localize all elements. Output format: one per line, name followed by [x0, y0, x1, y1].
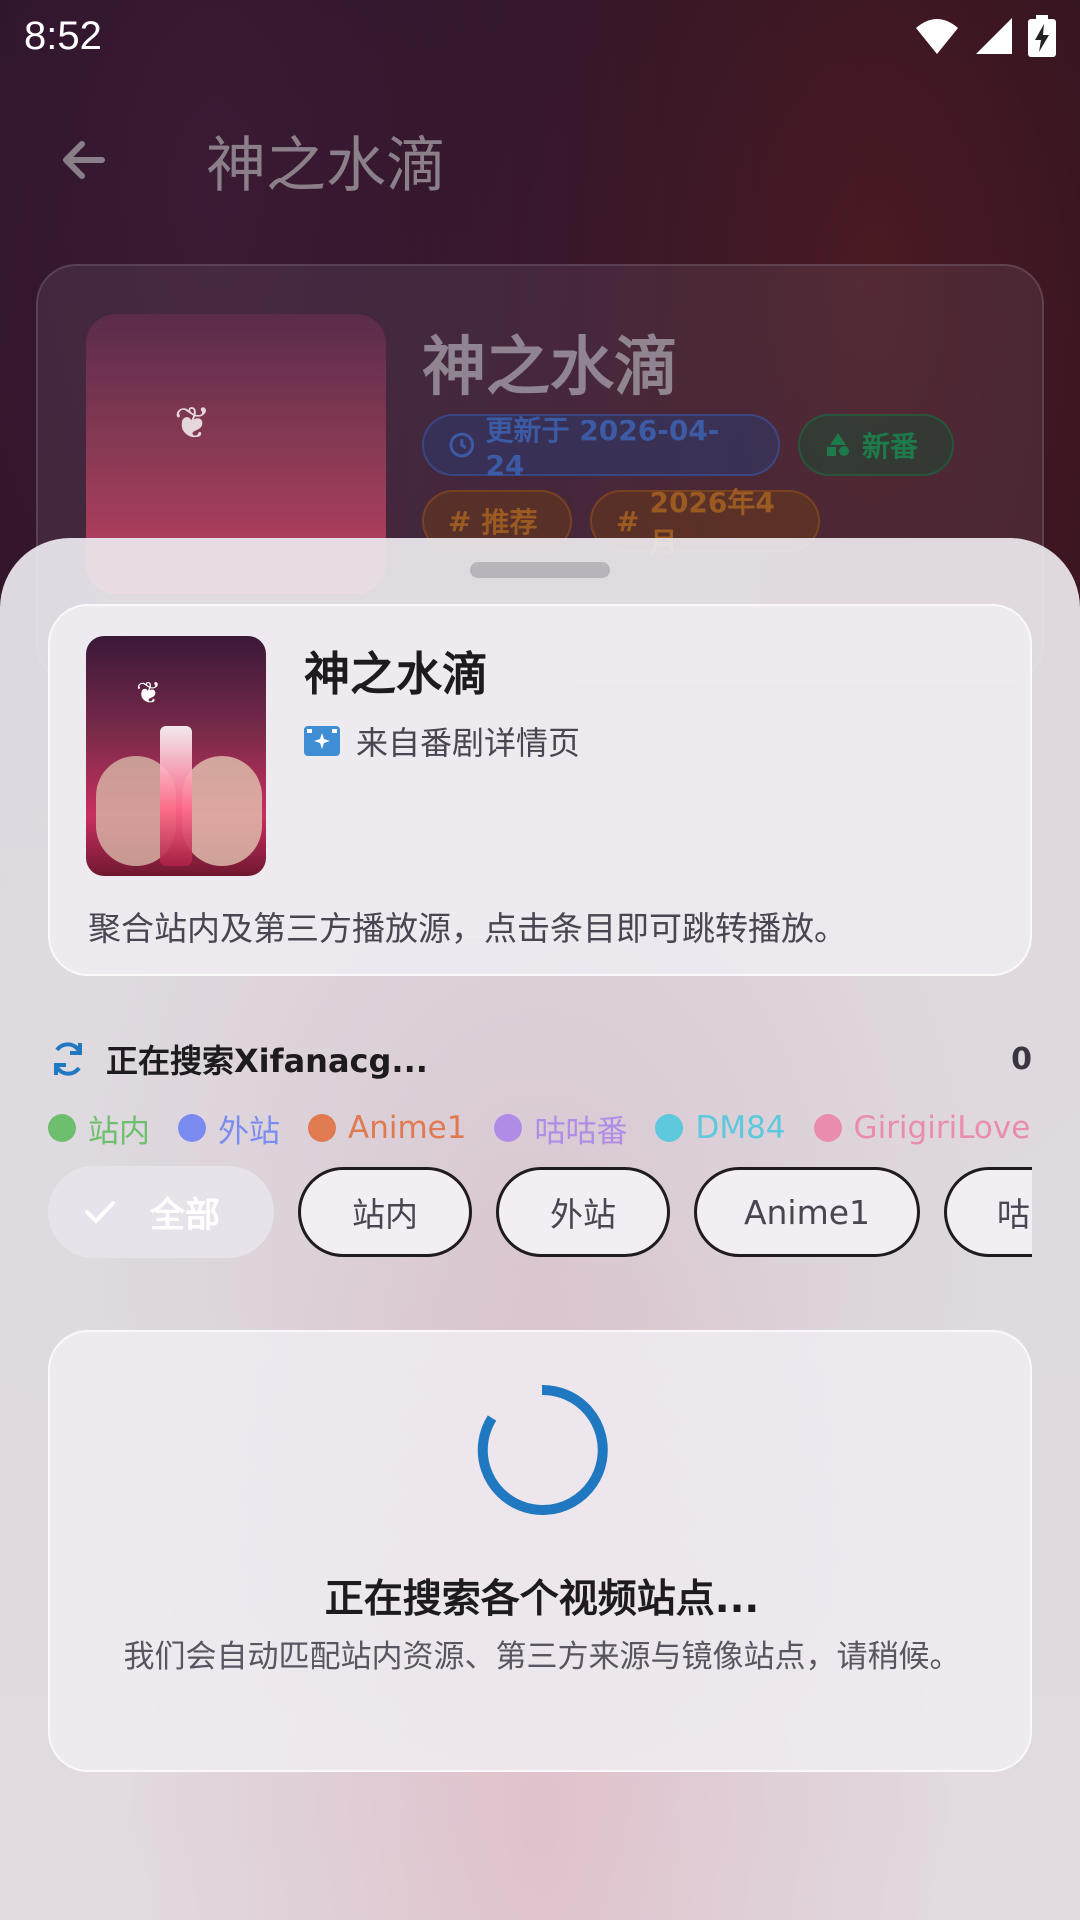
poster-art-icon: ❦: [136, 676, 162, 711]
legend-label: 站内: [88, 1113, 150, 1150]
loading-description: 我们会自动匹配站内资源、第三方来源与镜像站点，请稍候。: [123, 1639, 961, 1675]
updated-chip: 更新于 2026-04-24: [422, 414, 780, 482]
legend-item: 咕咕番: [494, 1106, 627, 1151]
legend-label: DM84: [695, 1110, 786, 1146]
loading-card: 正在搜索各个视频站点... 我们会自动匹配站内资源、第三方来源与镜像站点，请稍候…: [48, 1330, 1032, 1772]
source-text: 来自番剧详情页: [356, 724, 581, 762]
legend-item: GirigiriLove: [813, 1110, 1031, 1146]
poster-figure-right: [182, 756, 262, 866]
app-bar: 神之水滴: [0, 100, 1080, 220]
new-chip: 新番: [798, 414, 954, 476]
anime-title: 神之水滴: [304, 647, 488, 701]
check-icon: [85, 1201, 115, 1223]
loading-title: 正在搜索各个视频站点...: [324, 1577, 760, 1622]
legend-item: 站内: [48, 1106, 150, 1151]
filter-chip-gugufan[interactable]: 咕咕番: [944, 1167, 1032, 1257]
drag-handle[interactable]: [470, 562, 610, 578]
legend-dot: [494, 1114, 523, 1142]
bottom-sheet: ❦ 神之水滴 来自番剧详情页 聚合站内及第三方播放源，点击条目即可跳转播放。 正…: [0, 538, 1080, 1920]
legend-label: GirigiriLove: [853, 1110, 1031, 1146]
arrow-left-icon: [63, 141, 105, 179]
legend-dot: [178, 1114, 206, 1142]
legend-item: Anime1: [308, 1110, 466, 1146]
search-status-text: 正在搜索Xifanacg...: [106, 1042, 428, 1080]
status-icons: [914, 15, 1056, 57]
background-title: 神之水滴: [422, 331, 678, 405]
legend-dot: [813, 1114, 842, 1142]
status-bar: 8:52: [0, 0, 1080, 72]
result-count: 0: [1011, 1041, 1032, 1077]
legend-label: 咕咕番: [534, 1113, 628, 1150]
signal-icon: [976, 18, 1012, 54]
filter-all-chip[interactable]: 全部: [48, 1166, 274, 1258]
anime-info-card: ❦ 神之水滴 来自番剧详情页 聚合站内及第三方播放源，点击条目即可跳转播放。: [48, 604, 1032, 976]
filter-chips: 全部 站内 外站 Anime1 咕咕番: [48, 1164, 1032, 1260]
filter-chip-onsite[interactable]: 站内: [298, 1167, 472, 1257]
filter-all-label: 全部: [150, 1195, 221, 1236]
poster-cup: [160, 726, 192, 866]
legend-item: DM84: [655, 1110, 786, 1146]
battery-charging-icon: [1028, 15, 1056, 57]
new-chip-label: 新番: [862, 430, 919, 463]
loading-spinner-icon: [477, 1384, 608, 1515]
search-status-row: 正在搜索Xifanacg... 0: [48, 1024, 1032, 1094]
status-time: 8:52: [24, 13, 102, 58]
sync-icon: [54, 1042, 82, 1076]
tag-chip-1-label: 推荐: [481, 506, 538, 539]
legend-label: Anime1: [348, 1110, 467, 1146]
movie-sparkle-icon: [304, 726, 340, 756]
wifi-icon: [916, 19, 958, 54]
updated-chip-label: 更新于 2026-04-24: [485, 413, 720, 482]
filter-chip-anime1[interactable]: Anime1: [694, 1167, 920, 1257]
legend-label: 外站: [218, 1113, 280, 1150]
poster-image: ❦: [86, 636, 266, 876]
legend-item: 外站: [178, 1106, 280, 1151]
legend-dot: [48, 1114, 76, 1142]
source-legend: 站内 外站 Anime1 咕咕番 DM84 GirigiriLove: [48, 1098, 1032, 1158]
back-button[interactable]: [44, 120, 124, 200]
clock-icon: [449, 432, 475, 458]
hash-icon: #: [616, 504, 640, 538]
filter-chip-offsite[interactable]: 外站: [496, 1167, 670, 1257]
legend-dot: [308, 1114, 336, 1142]
hash-icon: #: [448, 504, 472, 538]
page-title: 神之水滴: [206, 130, 446, 201]
legend-dot: [655, 1114, 684, 1142]
source-label: 来自番剧详情页: [304, 718, 580, 764]
poster-art-icon: ❦: [174, 398, 211, 449]
description-text: 聚合站内及第三方播放源，点击条目即可跳转播放。: [88, 909, 847, 948]
shapes-icon: [827, 433, 849, 456]
